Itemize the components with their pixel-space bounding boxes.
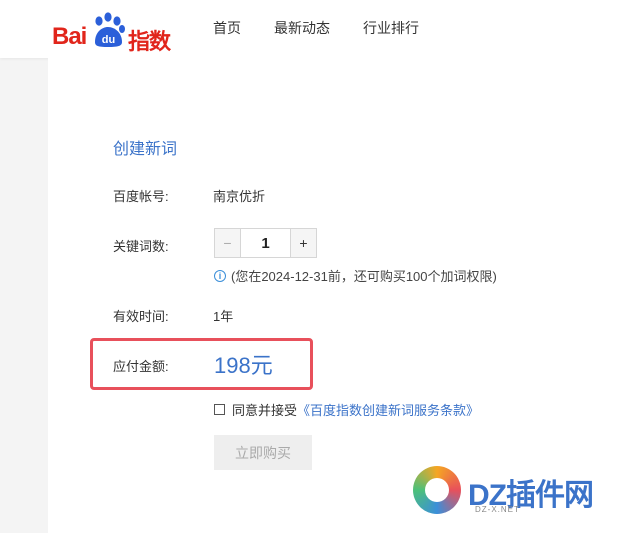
account-label: 百度帐号: (113, 189, 169, 204)
amount-label: 应付金额: (113, 359, 169, 374)
main-nav: 首页 最新动态 行业排行 (213, 18, 452, 38)
logo-bai-text: Bai (52, 23, 87, 50)
logo-zhishu-text: 指数 (128, 30, 171, 55)
nav-industry-ranking[interactable]: 行业排行 (363, 18, 419, 38)
terms-agreement: 同意并接受 《百度指数创建新词服务条款》 (214, 400, 479, 419)
buy-now-button[interactable]: 立即购买 (214, 435, 312, 470)
info-icon: i (214, 269, 226, 282)
nav-home[interactable]: 首页 (213, 18, 241, 38)
decrement-button[interactable]: − (215, 229, 241, 257)
hint-text: (您在2024-12-31前，还可购买100个加词权限) (231, 269, 497, 284)
account-value: 南京优折 (213, 189, 266, 204)
duration-value: 1年 (213, 309, 234, 324)
watermark-sub: DZ-X.NET (475, 505, 520, 514)
duration-label: 有效时间: (113, 309, 169, 324)
nav-latest-news[interactable]: 最新动态 (274, 18, 330, 38)
agree-text: 同意并接受 (232, 403, 298, 418)
watermark-logo-icon (413, 466, 461, 514)
baidu-index-logo[interactable]: Bai du 指数 (52, 10, 172, 55)
amount-value: 198元 (214, 353, 273, 378)
agree-checkbox[interactable] (214, 404, 225, 415)
increment-button[interactable]: + (290, 229, 316, 257)
purchase-hint: i (您在2024-12-31前，还可购买100个加词权限) (214, 266, 497, 285)
section-title: 创建新词 (113, 141, 178, 158)
quantity-stepper: − 1 + (214, 228, 317, 258)
top-header: Bai du 指数 首页 最新动态 行业排行 (0, 0, 617, 58)
logo-du-text: du (102, 34, 115, 46)
quantity-value[interactable]: 1 (241, 229, 290, 257)
baidu-paw-icon: du (95, 12, 125, 47)
keywords-label: 关键词数: (113, 239, 169, 254)
watermark: DZ插件网 DZ-X.NET (413, 462, 613, 522)
terms-link[interactable]: 《百度指数创建新词服务条款》 (297, 400, 479, 419)
